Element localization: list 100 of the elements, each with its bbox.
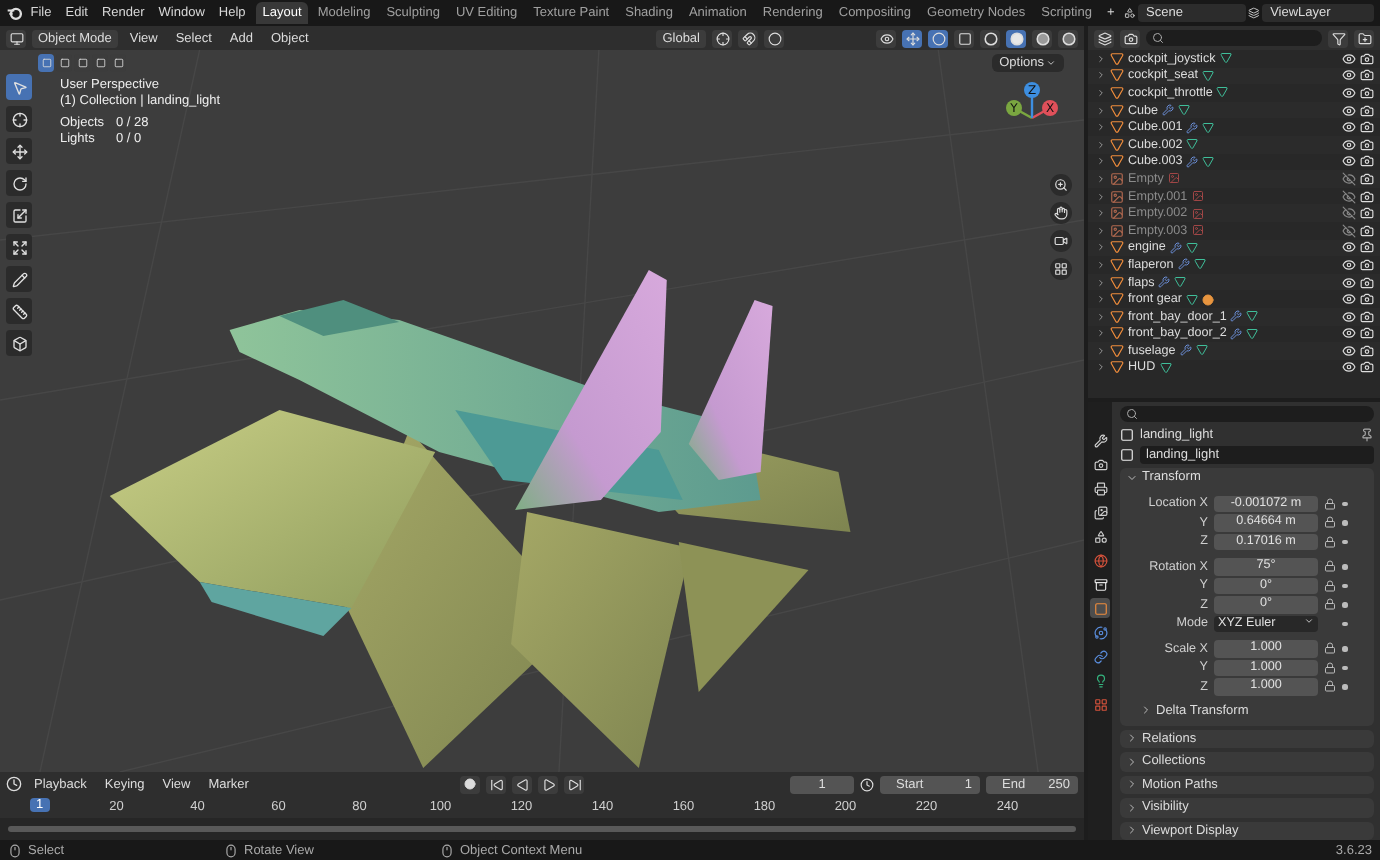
shading-button[interactable] — [1058, 29, 1078, 47]
eye-icon[interactable] — [1342, 326, 1356, 341]
search-field[interactable] — [1120, 406, 1374, 422]
tool-button[interactable] — [6, 106, 32, 132]
keyframe-dot[interactable] — [1342, 621, 1347, 626]
eye-icon[interactable] — [1342, 103, 1356, 118]
camera-icon[interactable] — [1360, 85, 1374, 100]
camera-icon[interactable] — [1360, 137, 1374, 152]
chevron-right-icon[interactable] — [1126, 755, 1138, 768]
keyframe-dot[interactable] — [1342, 583, 1347, 588]
eye-closed-icon[interactable] — [1342, 189, 1356, 204]
clock-icon[interactable] — [6, 776, 22, 792]
chevron-right-icon[interactable] — [1140, 704, 1152, 716]
wrench-icon[interactable] — [1162, 104, 1175, 117]
eye-icon[interactable] — [1342, 343, 1356, 358]
lock-icon[interactable] — [1324, 560, 1336, 573]
chevron-right-icon[interactable] — [1126, 801, 1138, 814]
display-mode-button[interactable] — [1094, 29, 1114, 47]
filter-button[interactable] — [1328, 29, 1348, 47]
pan-button[interactable] — [1050, 202, 1072, 224]
camera-icon[interactable] — [1360, 223, 1374, 238]
camera-icon[interactable] — [1360, 68, 1374, 83]
chevron-down-icon[interactable] — [1126, 471, 1138, 484]
eye-closed-icon[interactable] — [1342, 223, 1356, 238]
properties-tab[interactable] — [1090, 502, 1110, 522]
wrench-icon[interactable] — [1230, 327, 1243, 340]
eye-icon[interactable] — [1342, 137, 1356, 152]
snap-button[interactable] — [738, 29, 758, 47]
search-field[interactable] — [1146, 30, 1322, 46]
chevron-right-icon[interactable] — [1126, 824, 1138, 837]
eye-icon[interactable] — [1342, 85, 1356, 100]
camera-icon[interactable] — [1360, 360, 1374, 375]
tool-button[interactable] — [6, 138, 32, 164]
keyframe-dot[interactable] — [1342, 602, 1347, 607]
properties-tab[interactable] — [1090, 478, 1110, 498]
eye-closed-icon[interactable] — [1342, 206, 1356, 221]
lock-icon[interactable] — [1324, 661, 1336, 674]
eye-icon[interactable] — [1342, 275, 1356, 290]
camera-icon[interactable] — [1360, 257, 1374, 272]
camera-icon[interactable] — [1360, 120, 1374, 135]
camera-icon[interactable] — [1360, 292, 1374, 307]
overlay-toggle-button[interactable] — [928, 29, 948, 47]
eye-icon[interactable] — [1342, 292, 1356, 307]
wrench-icon[interactable] — [1158, 276, 1171, 289]
jump-end-button[interactable] — [564, 775, 585, 793]
pin-icon[interactable] — [1360, 427, 1374, 441]
keyframe-dot[interactable] — [1342, 684, 1347, 689]
editor-type-button[interactable] — [6, 29, 26, 47]
image-data-icon[interactable] — [1191, 224, 1204, 237]
filter-type-button[interactable] — [1120, 29, 1140, 47]
keyframe-dot[interactable] — [1342, 646, 1347, 651]
stopwatch-icon[interactable] — [860, 777, 874, 791]
properties-tab[interactable] — [1090, 526, 1110, 546]
camera-icon[interactable] — [1360, 309, 1374, 324]
wrench-icon[interactable] — [1179, 344, 1192, 357]
image-data-icon[interactable] — [1191, 190, 1204, 203]
keyframe-dot[interactable] — [1342, 520, 1347, 525]
app-logo-icon[interactable] — [6, 4, 23, 22]
keyframe-dot[interactable] — [1342, 564, 1347, 569]
properties-tab[interactable] — [1090, 574, 1110, 594]
lock-icon[interactable] — [1324, 598, 1336, 611]
jump-start-button[interactable] — [486, 775, 507, 793]
tool-button[interactable] — [6, 234, 32, 260]
scene-icon[interactable] — [1124, 6, 1137, 20]
camera-icon[interactable] — [1360, 171, 1374, 186]
lock-icon[interactable] — [1324, 535, 1336, 548]
eye-icon[interactable] — [1342, 257, 1356, 272]
gizmo-toggle-button[interactable] — [902, 29, 922, 47]
eye-icon[interactable] — [1342, 51, 1356, 66]
pivot-button[interactable] — [712, 29, 732, 47]
tool-button[interactable] — [6, 298, 32, 324]
projection-button[interactable] — [1050, 258, 1072, 280]
eye-icon[interactable] — [1342, 240, 1356, 255]
shading-button[interactable] — [1032, 29, 1052, 47]
shading-button[interactable] — [1006, 29, 1026, 47]
material-icon[interactable] — [1201, 293, 1214, 306]
camera-icon[interactable] — [1360, 343, 1374, 358]
layers-icon[interactable] — [1248, 6, 1261, 20]
keyframe-dot[interactable] — [1342, 501, 1347, 506]
camera-icon[interactable] — [1360, 154, 1374, 169]
play-reverse-button[interactable] — [512, 775, 533, 793]
timeline-scrollbar[interactable] — [8, 826, 1076, 832]
camera-view-button[interactable] — [1050, 230, 1072, 252]
camera-icon[interactable] — [1360, 206, 1374, 221]
camera-icon[interactable] — [1360, 51, 1374, 66]
tool-button[interactable] — [6, 170, 32, 196]
mesh-data-icon[interactable] — [1159, 361, 1172, 374]
chevron-right-icon[interactable] — [1126, 778, 1138, 791]
wrench-icon[interactable] — [1177, 258, 1190, 271]
xray-button[interactable] — [954, 29, 974, 47]
shading-button[interactable] — [980, 29, 1000, 47]
lock-icon[interactable] — [1324, 497, 1336, 510]
keyframe-dot[interactable] — [1342, 539, 1347, 544]
eye-icon[interactable] — [1342, 309, 1356, 324]
eye-icon[interactable] — [1342, 154, 1356, 169]
proportional-edit-button[interactable] — [764, 29, 784, 47]
properties-tab[interactable] — [1090, 454, 1110, 474]
tool-button[interactable] — [6, 202, 32, 228]
lock-icon[interactable] — [1324, 680, 1336, 693]
eye-closed-icon[interactable] — [1342, 171, 1356, 186]
